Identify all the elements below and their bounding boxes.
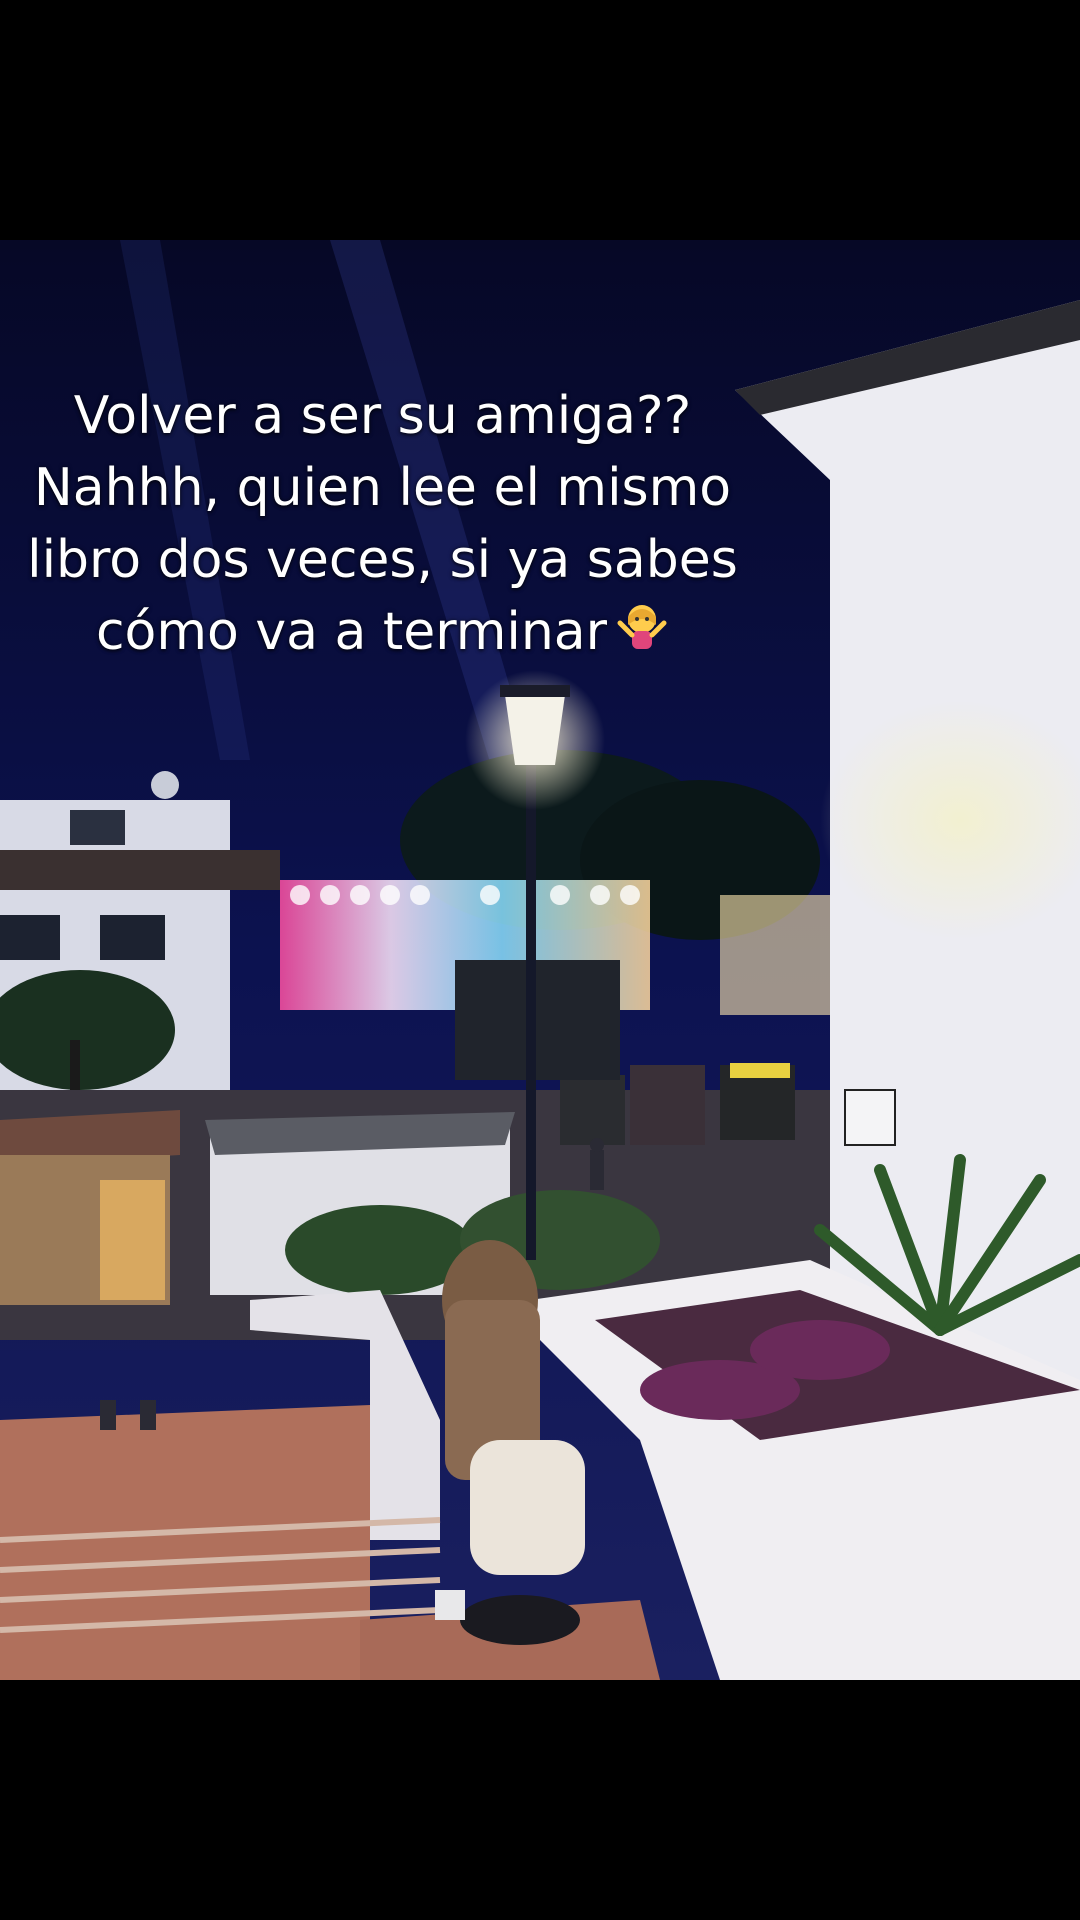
caption-line-4: cómo va a terminar <box>0 596 765 672</box>
person-shrugging-emoji-icon <box>615 599 669 672</box>
caption-line-4-text: cómo va a terminar <box>95 602 608 662</box>
tiled-steps <box>0 1405 370 1680</box>
caption-line-3: libro dos veces, si ya sabes <box>27 530 738 590</box>
caption-line-2: Nahhh, quien lee el mismo <box>33 458 732 518</box>
video-frame: Volver a ser su amiga?? Nahhh, quien lee… <box>0 0 1080 1920</box>
video-caption: Volver a ser su amiga?? Nahhh, quien lee… <box>0 380 765 672</box>
street-lamp-icon <box>505 695 565 765</box>
backpack <box>470 1440 585 1575</box>
street-sign <box>844 1089 896 1146</box>
street-lamp-pole <box>526 760 536 1260</box>
caption-line-1: Volver a ser su amiga?? <box>73 386 692 446</box>
